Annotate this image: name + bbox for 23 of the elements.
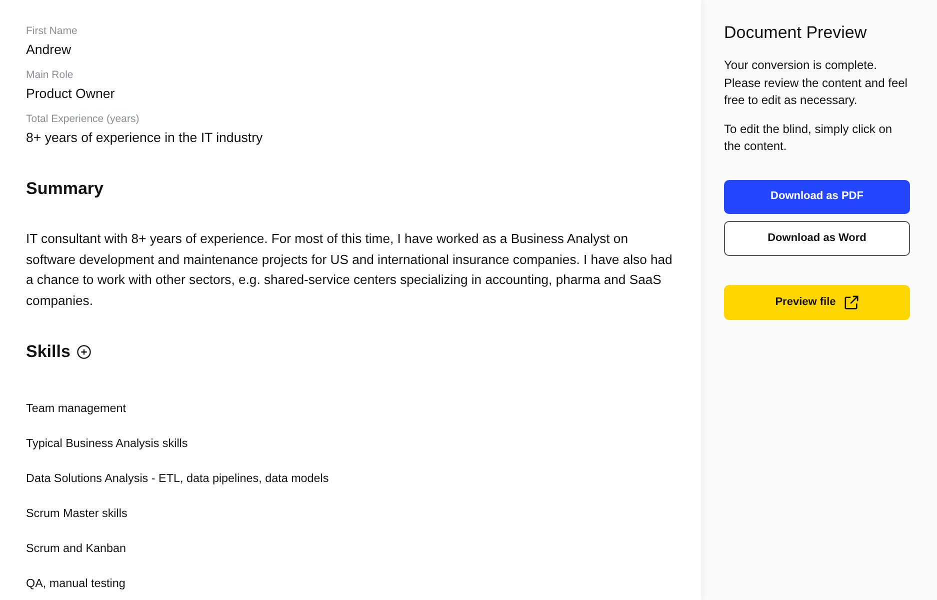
preview-file-button[interactable]: Preview file	[724, 284, 910, 320]
external-link-icon	[844, 294, 859, 310]
download-word-button[interactable]: Download as Word	[724, 220, 910, 256]
panel-paragraph: To edit the blind, simply click on the content.	[724, 120, 894, 155]
field-value[interactable]: Andrew	[26, 39, 72, 61]
panel-paragraph: Your conversion is complete. Please review the content and feel free to edit as necessary.	[724, 57, 908, 109]
field-value[interactable]: Product Owner	[26, 83, 115, 105]
section-heading: Summary	[26, 178, 104, 200]
skill-item[interactable]: Team management	[26, 401, 126, 417]
add-circle-icon[interactable]	[77, 345, 92, 359]
section-heading: Skills	[26, 341, 70, 363]
skill-item[interactable]: Typical Business Analysis skills	[26, 436, 188, 452]
skill-item[interactable]: Scrum Master skills	[26, 506, 128, 522]
field-label: Total Experience (years)	[26, 112, 140, 126]
skill-item[interactable]: Data Solutions Analysis - ETL, data pipelines, data models	[26, 471, 329, 487]
field-label: First Name	[26, 24, 78, 38]
panel-title: Document Preview	[724, 22, 867, 44]
download-pdf-button[interactable]: Download as PDF	[724, 180, 910, 214]
field-value[interactable]: 8+ years of experience in the IT industry	[26, 127, 263, 149]
field-label: Main Role	[26, 68, 74, 82]
summary-paragraph[interactable]: IT consultant with 8+ years of experience. For most of this time, I have worked as a Business Analyst on software development and maintenance projects for US and international insurance companies. I have also had a chance to work with other sectors, e.g. shared-service centers specializing in accounting, pharma and SaaS companies.	[26, 229, 677, 311]
skill-item[interactable]: Scrum and Kanban	[26, 541, 126, 557]
skill-item[interactable]: QA, manual testing	[26, 576, 126, 592]
